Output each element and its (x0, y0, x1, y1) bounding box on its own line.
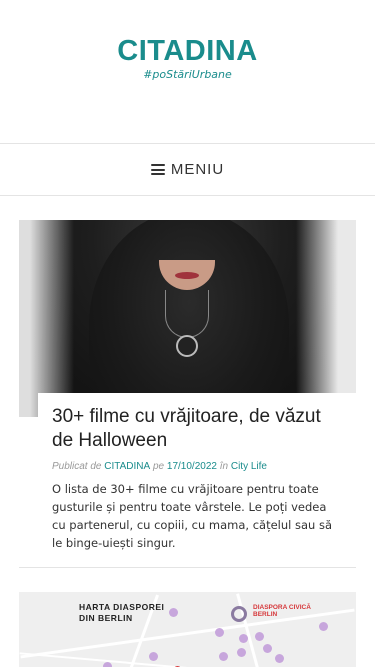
main-content: 30+ filme cu vrăjitoare, de văzut de Hal… (0, 196, 375, 667)
hamburger-icon (150, 164, 165, 175)
post-summary: 30+ filme cu vrăjitoare, de văzut de Hal… (38, 393, 356, 552)
post-author-link[interactable]: CITADINA (104, 461, 150, 472)
site-tagline: #poStăriUrbane (143, 68, 232, 81)
next-post-card: HARTA DIASPOREI DIN BERLIN DIASPORA CIVI… (19, 592, 356, 667)
post-card: 30+ filme cu vrăjitoare, de văzut de Hal… (19, 220, 356, 568)
diaspora-logo-icon (231, 606, 247, 622)
menu-toggle-button[interactable]: MENIU (150, 161, 225, 178)
post-divider (19, 567, 356, 568)
main-navigation: MENIU (0, 143, 375, 196)
next-post-featured-image[interactable]: HARTA DIASPOREI DIN BERLIN DIASPORA CIVI… (19, 592, 356, 667)
post-date-link[interactable]: 17/10/2022 (167, 461, 217, 472)
post-excerpt: O lista de 30+ filme cu vrăjitoare pentr… (52, 482, 333, 550)
meta-in-label: în (219, 461, 229, 472)
site-header: CITADINA #poStăriUrbane (0, 0, 375, 143)
post-meta: Publicat de CITADINA pe 17/10/2022 în Ci… (52, 461, 342, 472)
map-logo-text: DIASPORA CIVICĂ BERLIN (253, 604, 311, 618)
post-title[interactable]: 30+ filme cu vrăjitoare, de văzut de Hal… (52, 405, 342, 453)
site-title[interactable]: CITADINA (0, 36, 375, 66)
post-category-link[interactable]: City Life (231, 461, 267, 472)
meta-published-label: Publicat de (52, 461, 102, 472)
map-title: HARTA DIASPOREI DIN BERLIN (79, 602, 165, 623)
pendant-graphic (176, 335, 198, 357)
post-featured-image[interactable] (19, 220, 356, 417)
menu-label: MENIU (170, 161, 225, 178)
meta-on-label: pe (152, 461, 165, 472)
